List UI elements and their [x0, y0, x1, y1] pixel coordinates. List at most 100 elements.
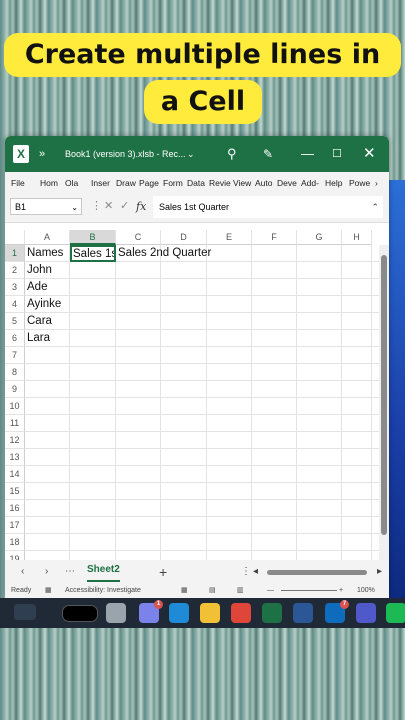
window-title[interactable]: Book1 (version 3).xlsb - Rec...: [65, 136, 195, 172]
row-header-6[interactable]: 6: [5, 330, 25, 347]
more-icon[interactable]: ⋮: [241, 560, 251, 584]
row-header-18[interactable]: 18: [5, 534, 25, 551]
scroll-right-button[interactable]: ▸: [377, 560, 382, 584]
close-button[interactable]: ✕: [363, 136, 376, 172]
row-header-2[interactable]: 2: [5, 262, 25, 279]
gridline: [25, 516, 380, 517]
cell-A5[interactable]: Cara: [25, 313, 52, 330]
normal-view-icon[interactable]: ▦: [181, 584, 188, 598]
row-header-7[interactable]: 7: [5, 347, 25, 364]
active-cell-B1[interactable]: Sales 1s: [70, 245, 116, 262]
column-header-G[interactable]: G: [297, 230, 342, 245]
horizontal-scrollbar[interactable]: [267, 570, 367, 575]
sheet-next-button[interactable]: ›: [45, 560, 48, 584]
row-header-16[interactable]: 16: [5, 500, 25, 517]
chevron-down-icon[interactable]: ⌄: [71, 199, 78, 216]
edge-icon[interactable]: [169, 603, 189, 623]
name-box[interactable]: B1 ⌄: [10, 198, 82, 215]
spreadsheet-grid[interactable]: ABCDEFGH12345678910111213141516171819202…: [5, 230, 389, 598]
row-header-1[interactable]: 1: [5, 245, 25, 262]
insert-function-button[interactable]: fx: [136, 198, 146, 215]
quick-access-more-button[interactable]: »: [39, 136, 45, 172]
scroll-thumb[interactable]: [381, 255, 387, 535]
search-icon[interactable]: ⚲: [227, 136, 237, 172]
minimize-button[interactable]: —: [301, 136, 314, 172]
row-header-3[interactable]: 3: [5, 279, 25, 296]
accessibility-status[interactable]: Accessibility: Investigate: [65, 584, 141, 598]
cell-A6[interactable]: Lara: [25, 330, 50, 347]
formula-bar[interactable]: Sales 1st Quarter ⌃: [153, 196, 383, 218]
column-header-D[interactable]: D: [161, 230, 207, 245]
cell-A4[interactable]: Ayinke: [25, 296, 61, 313]
ribbon-tab-7[interactable]: Data: [187, 172, 205, 194]
row-header-11[interactable]: 11: [5, 415, 25, 432]
row-header-12[interactable]: 12: [5, 432, 25, 449]
vertical-scrollbar[interactable]: [379, 245, 389, 560]
outlook-icon[interactable]: 7: [325, 600, 349, 623]
ribbon-tab-12[interactable]: Add-: [301, 172, 319, 194]
row-header-9[interactable]: 9: [5, 381, 25, 398]
collapse-formula-icon[interactable]: ⌃: [371, 196, 379, 218]
column-header-H[interactable]: H: [342, 230, 372, 245]
file-manager-icon[interactable]: [106, 603, 126, 623]
cell-A3[interactable]: Ade: [25, 279, 47, 296]
cell-A2[interactable]: John: [25, 262, 52, 279]
maximize-button[interactable]: ☐: [332, 136, 342, 172]
row-header-14[interactable]: 14: [5, 466, 25, 483]
cancel-icon[interactable]: ✕: [104, 198, 113, 215]
widgets-icon[interactable]: [14, 604, 36, 620]
ribbon-tab-6[interactable]: Form: [163, 172, 183, 194]
title-chevron-icon[interactable]: ⌄: [187, 136, 195, 172]
ribbon-tab-9[interactable]: View: [233, 172, 251, 194]
scroll-left-button[interactable]: ◂: [253, 560, 258, 584]
row-header-5[interactable]: 5: [5, 313, 25, 330]
row-header-17[interactable]: 17: [5, 517, 25, 534]
row-header-10[interactable]: 10: [5, 398, 25, 415]
pen-icon[interactable]: ✎: [263, 136, 273, 172]
sheet-tab-sheet2[interactable]: Sheet2: [87, 560, 120, 582]
ribbon-tab-8[interactable]: Revie: [209, 172, 231, 194]
cell-A1[interactable]: Names: [25, 245, 63, 262]
file-explorer-icon[interactable]: [200, 603, 220, 623]
page-break-icon[interactable]: ▥: [237, 584, 244, 598]
page-layout-icon[interactable]: ▤: [209, 584, 216, 598]
sheet-more-button[interactable]: ⋯: [65, 560, 75, 584]
column-header-F[interactable]: F: [252, 230, 297, 245]
ribbon-tab-4[interactable]: Draw: [116, 172, 136, 194]
ribbon-tab-15[interactable]: ›: [375, 172, 378, 194]
zoom-level[interactable]: 100%: [357, 584, 375, 598]
ribbon-tab-10[interactable]: Auto: [255, 172, 273, 194]
zoom-in-button[interactable]: +: [339, 584, 343, 598]
column-header-B[interactable]: B: [70, 230, 116, 245]
add-sheet-button[interactable]: +: [159, 560, 167, 584]
ribbon-tab-0[interactable]: File: [11, 172, 25, 194]
sheet-prev-button[interactable]: ‹: [21, 560, 24, 584]
chrome-icon[interactable]: [231, 603, 251, 623]
teams-icon[interactable]: [356, 603, 376, 623]
ribbon-tab-13[interactable]: Help: [325, 172, 342, 194]
select-all-corner[interactable]: [5, 230, 25, 245]
column-header-E[interactable]: E: [207, 230, 252, 245]
zoom-out-button[interactable]: —: [267, 584, 274, 598]
row-header-8[interactable]: 8: [5, 364, 25, 381]
row-header-4[interactable]: 4: [5, 296, 25, 313]
row-header-13[interactable]: 13: [5, 449, 25, 466]
column-header-C[interactable]: C: [116, 230, 161, 245]
macro-icon[interactable]: ▦: [45, 584, 52, 598]
teams-chat-icon[interactable]: 1: [139, 600, 163, 623]
ribbon-tab-2[interactable]: Ola: [65, 172, 78, 194]
excel-icon[interactable]: [262, 603, 282, 623]
spotify-icon[interactable]: [386, 603, 405, 623]
more-icon[interactable]: ⋮: [91, 198, 102, 215]
ribbon-tab-1[interactable]: Hom: [40, 172, 58, 194]
ribbon-tab-14[interactable]: Powe: [349, 172, 370, 194]
column-header-A[interactable]: A: [25, 230, 70, 245]
ribbon-tab-3[interactable]: Inser: [91, 172, 110, 194]
cell-C1[interactable]: Sales 2nd Quarter: [116, 245, 211, 262]
word-icon[interactable]: [293, 603, 313, 623]
ribbon-tab-5[interactable]: Page: [139, 172, 159, 194]
ribbon-tab-11[interactable]: Deve: [277, 172, 297, 194]
zoom-slider[interactable]: [281, 590, 337, 591]
enter-icon[interactable]: ✓: [120, 198, 129, 215]
row-header-15[interactable]: 15: [5, 483, 25, 500]
